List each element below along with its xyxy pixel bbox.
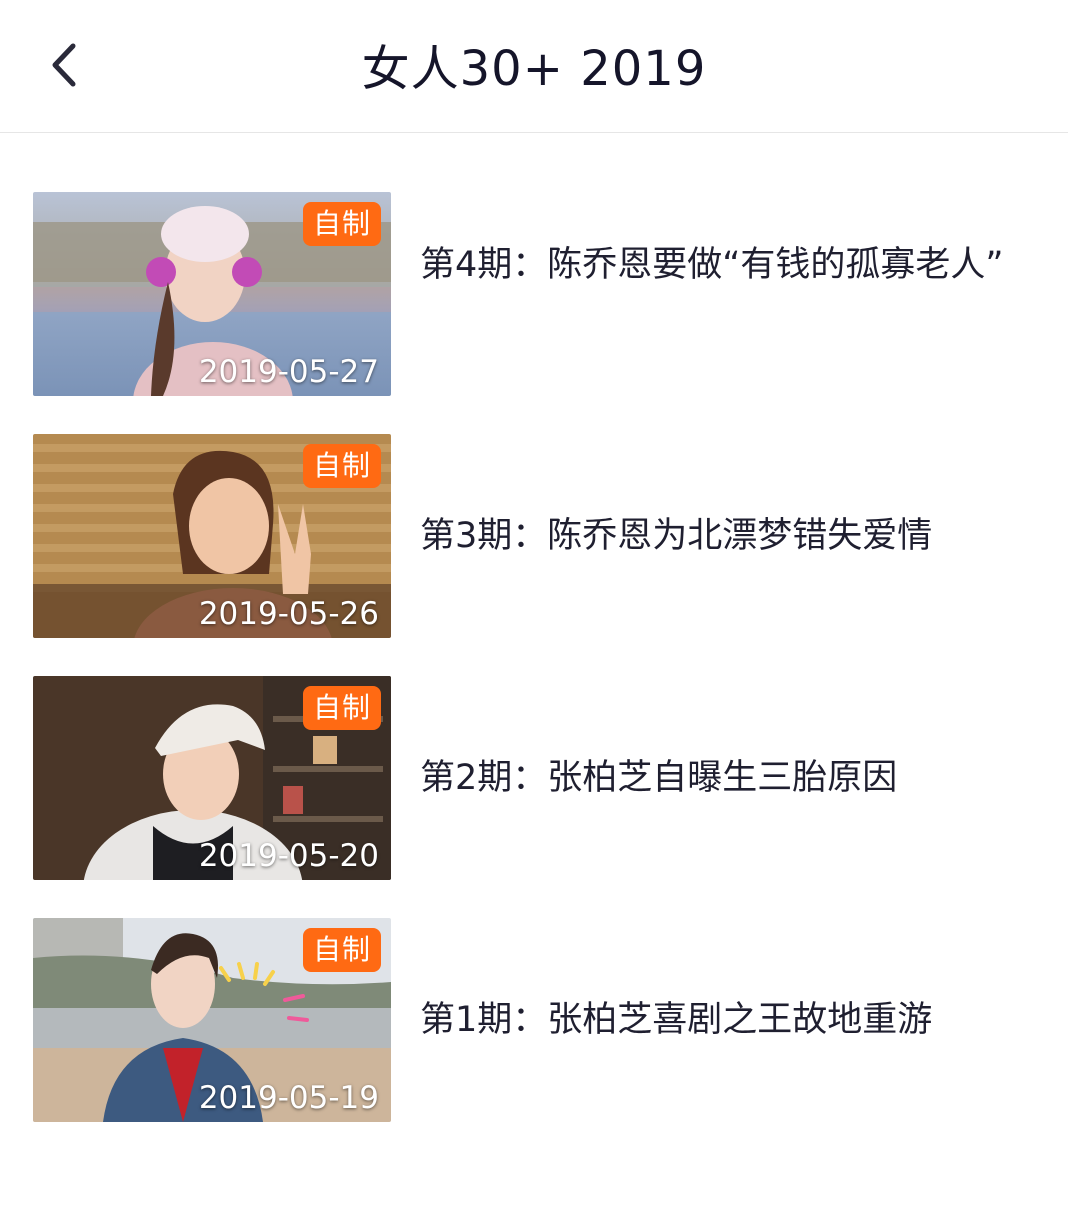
self-made-badge: 自制 [302, 202, 381, 246]
back-button[interactable] [44, 40, 84, 90]
episode-date: 2019-05-26 [198, 596, 379, 632]
episode-thumbnail[interactable]: 自制 2019-05-20 [33, 676, 391, 880]
top-bar: 女人30+ 2019 [0, 0, 1068, 133]
episode-thumbnail[interactable]: 自制 2019-05-19 [33, 918, 391, 1122]
chevron-left-icon [52, 43, 76, 87]
list-item[interactable]: 自制 2019-05-27 第4期：陈乔恩要做“有钱的孤寡老人” [0, 192, 1068, 396]
episode-thumbnail[interactable]: 自制 2019-05-26 [33, 434, 391, 638]
episode-list: 自制 2019-05-27 第4期：陈乔恩要做“有钱的孤寡老人” 自制 2019… [0, 192, 1068, 1160]
episode-title[interactable]: 第1期：张柏芝喜剧之王故地重游 [420, 918, 1008, 1122]
episode-date: 2019-05-19 [198, 1080, 379, 1116]
self-made-badge: 自制 [302, 928, 381, 972]
episode-thumbnail[interactable]: 自制 2019-05-27 [33, 192, 391, 396]
self-made-badge: 自制 [302, 444, 381, 488]
episode-title[interactable]: 第3期：陈乔恩为北漂梦错失爱情 [420, 434, 1008, 638]
episode-date: 2019-05-20 [198, 838, 379, 874]
episode-title[interactable]: 第4期：陈乔恩要做“有钱的孤寡老人” [420, 192, 1008, 396]
page-title: 女人30+ 2019 [361, 41, 707, 97]
list-item[interactable]: 自制 2019-05-26 第3期：陈乔恩为北漂梦错失爱情 [0, 434, 1068, 638]
self-made-badge: 自制 [302, 686, 381, 730]
list-item[interactable]: 自制 2019-05-20 第2期：张柏芝自曝生三胎原因 [0, 676, 1068, 880]
episode-title[interactable]: 第2期：张柏芝自曝生三胎原因 [420, 676, 1008, 880]
list-item[interactable]: 自制 2019-05-19 第1期：张柏芝喜剧之王故地重游 [0, 918, 1068, 1122]
episode-date: 2019-05-27 [198, 354, 379, 390]
